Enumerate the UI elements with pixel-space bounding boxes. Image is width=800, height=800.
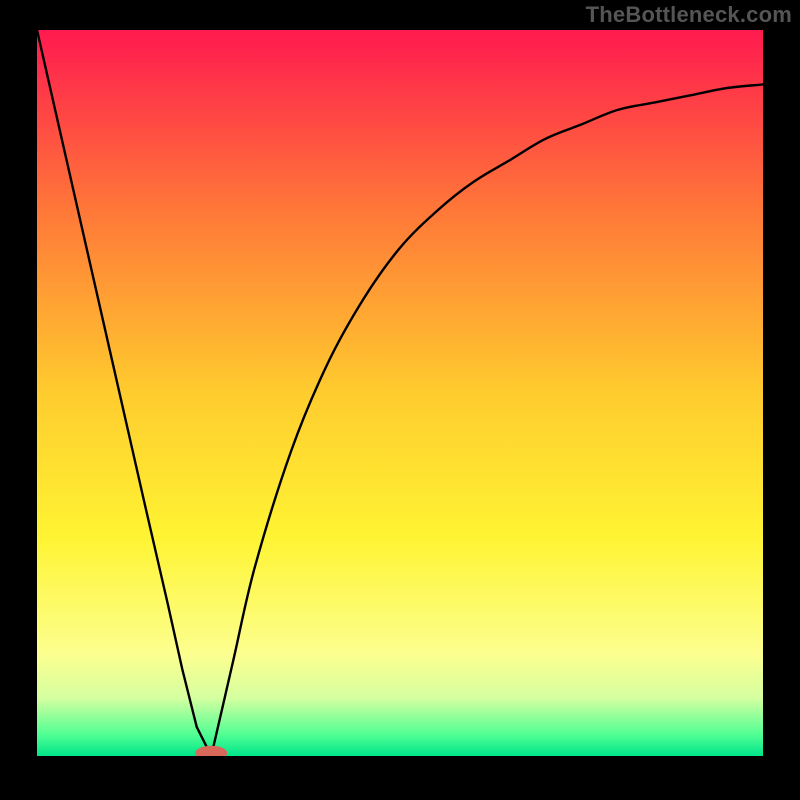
watermark-text: TheBottleneck.com [586, 2, 792, 28]
gradient-bg [37, 30, 763, 756]
chart-svg [37, 30, 763, 756]
plot-area [37, 30, 763, 756]
chart-frame: TheBottleneck.com [0, 0, 800, 800]
